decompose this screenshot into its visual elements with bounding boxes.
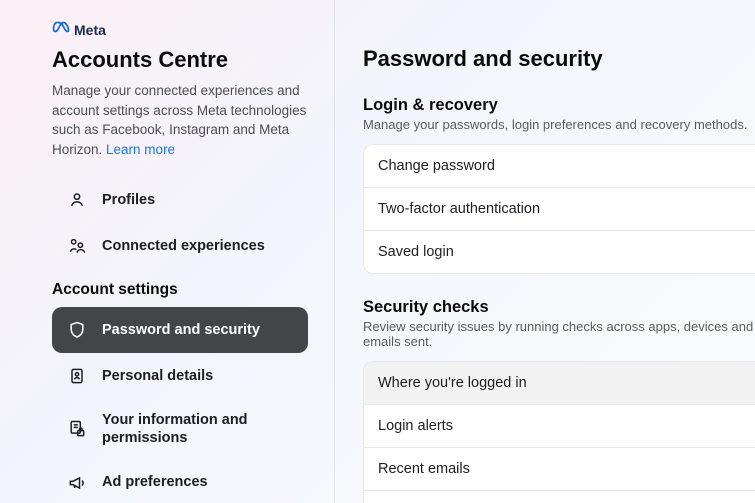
learn-more-link[interactable]: Learn more — [106, 142, 175, 157]
group-subtitle: Manage your passwords, login preferences… — [363, 117, 755, 132]
sidebar-item-profiles[interactable]: Profiles — [52, 177, 308, 223]
meta-logo-icon — [52, 18, 70, 41]
sidebar-item-label: Password and security — [102, 321, 260, 339]
option-change-password[interactable]: Change password — [364, 145, 755, 187]
sidebar-description-text: Manage your connected experiences and ac… — [52, 83, 306, 157]
sidebar-section-header: Account settings — [52, 281, 308, 299]
sidebar-item-password-security[interactable]: Password and security — [52, 307, 308, 353]
sidebar-item-label: Ad preferences — [102, 473, 208, 491]
card-list-login-recovery: Change password Two-factor authenticatio… — [363, 144, 755, 274]
brand: Meta — [52, 18, 308, 41]
document-lock-icon — [66, 418, 88, 440]
sidebar-item-ad-preferences[interactable]: Ad preferences — [52, 460, 308, 503]
group-subtitle: Review security issues by running checks… — [363, 319, 755, 349]
option-recent-emails[interactable]: Recent emails — [364, 447, 755, 490]
sidebar-item-personal-details[interactable]: Personal details — [52, 353, 308, 399]
sidebar-item-label: Personal details — [102, 367, 213, 385]
id-card-icon — [66, 365, 88, 387]
app-root: Meta Accounts Centre Manage your connect… — [0, 0, 755, 503]
option-security-checkup[interactable]: Security Checkup — [364, 490, 755, 503]
card-list-security-checks: Where you're logged in Login alerts Rece… — [363, 361, 755, 503]
option-saved-login[interactable]: Saved login — [364, 230, 755, 273]
option-two-factor[interactable]: Two-factor authentication — [364, 187, 755, 230]
main-inner: Password and security Login & recovery M… — [335, 46, 755, 503]
group-login-recovery: Login & recovery Manage your passwords, … — [363, 96, 755, 274]
sidebar-item-label: Your information and permissions — [102, 411, 294, 447]
main-panel: Password and security Login & recovery M… — [335, 0, 755, 503]
sidebar: Meta Accounts Centre Manage your connect… — [0, 0, 335, 503]
page-title: Password and security — [363, 46, 755, 72]
sidebar-item-connected-experiences[interactable]: Connected experiences — [52, 223, 308, 269]
option-where-logged-in[interactable]: Where you're logged in — [364, 362, 755, 404]
sidebar-description: Manage your connected experiences and ac… — [52, 81, 308, 159]
sidebar-title: Accounts Centre — [52, 47, 308, 73]
profile-icon — [66, 189, 88, 211]
group-security-checks: Security checks Review security issues b… — [363, 298, 755, 503]
option-login-alerts[interactable]: Login alerts — [364, 404, 755, 447]
group-title: Security checks — [363, 298, 755, 317]
connected-icon — [66, 235, 88, 257]
megaphone-icon — [66, 472, 88, 494]
sidebar-item-your-information[interactable]: Your information and permissions — [52, 399, 308, 459]
shield-icon — [66, 319, 88, 341]
sidebar-item-label: Connected experiences — [102, 237, 265, 255]
sidebar-item-label: Profiles — [102, 191, 155, 209]
group-title: Login & recovery — [363, 96, 755, 115]
brand-name: Meta — [74, 22, 106, 38]
